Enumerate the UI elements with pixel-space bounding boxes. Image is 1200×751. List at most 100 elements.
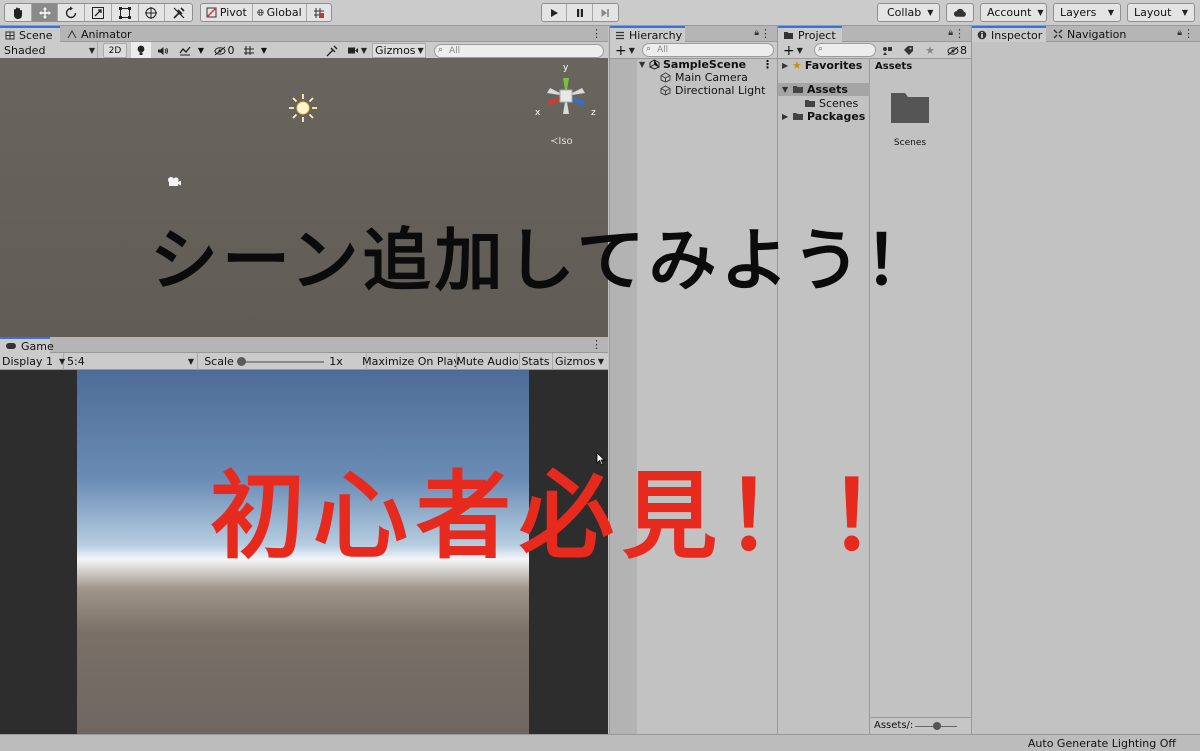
effects-dropdown[interactable]: ▼ — [196, 42, 206, 59]
axis-y-label: y — [563, 63, 569, 73]
scale-slider-handle[interactable] — [237, 357, 246, 366]
rect-tool-button[interactable] — [112, 4, 139, 21]
icon-size-handle[interactable] — [933, 722, 941, 730]
step-button[interactable] — [593, 4, 618, 21]
mute-audio-toggle[interactable]: Mute Audio — [456, 353, 519, 370]
collab-dropdown[interactable]: Collab ▼ — [877, 3, 940, 22]
projection-toggle[interactable]: ≺Iso — [550, 136, 573, 147]
stats-toggle[interactable]: Stats — [519, 353, 551, 370]
lightbulb-icon — [137, 45, 145, 55]
camera-dropdown[interactable]: ▼ — [344, 42, 370, 59]
hierarchy-item-directional-light[interactable]: Directional Light — [660, 84, 765, 97]
tools-icon — [173, 6, 185, 19]
scene-gizmos-dropdown[interactable]: Gizmos ▼ — [372, 43, 426, 58]
camera-gizmo-icon[interactable] — [166, 176, 182, 187]
search-by-type-button[interactable] — [879, 42, 897, 59]
scene-row-menu-icon[interactable]: ⋮ — [762, 58, 773, 71]
tab-navigation[interactable]: Navigation — [1048, 26, 1128, 42]
step-icon — [601, 8, 610, 17]
pause-icon — [576, 8, 583, 17]
tab-animator[interactable]: Animator — [62, 26, 132, 42]
plus-icon: + — [783, 42, 795, 59]
grid-toggle[interactable] — [240, 42, 258, 59]
sun-icon[interactable] — [288, 93, 318, 123]
tab-game[interactable]: Game — [0, 337, 54, 353]
info-icon — [977, 30, 987, 40]
lock-icon[interactable]: 🔒︎ — [948, 28, 953, 38]
pivot-button[interactable]: Pivot — [201, 4, 253, 21]
lighting-status[interactable]: Auto Generate Lighting Off — [1028, 737, 1176, 750]
hierarchy-menu-icon[interactable]: ⋮ — [760, 27, 771, 40]
display-dropdown[interactable]: Display 1 ▼ — [2, 353, 65, 370]
assets-folder-row[interactable]: ▼ Assets — [778, 83, 870, 96]
scenes-folder-row[interactable]: Scenes — [804, 97, 858, 110]
project-add-button[interactable]: + ▼ — [781, 42, 805, 59]
lock-icon[interactable]: 🔒︎ — [754, 28, 759, 38]
hidden-packages-toggle[interactable]: 8 — [944, 42, 970, 59]
account-dropdown[interactable]: Account ▼ — [980, 3, 1047, 22]
hierarchy-add-button[interactable]: + ▼ — [613, 42, 637, 59]
folder-tile-label: Scenes — [893, 138, 927, 148]
scale-icon — [92, 6, 105, 19]
game-menu-icon[interactable]: ⋮ — [591, 338, 602, 351]
project-search-input[interactable]: ⌕ — [814, 43, 876, 57]
audio-toggle[interactable] — [153, 42, 173, 59]
snap-button[interactable] — [307, 4, 331, 21]
chevron-down-icon: ▼ — [796, 46, 803, 55]
scale-tool-button[interactable] — [85, 4, 112, 21]
project-panel: Project 🔒︎ ⋮ + ▼ ⌕ ★ 8 ▶ ★ Favorites ▼ A… — [777, 26, 971, 734]
inspector-menu-icon[interactable]: ⋮ — [1183, 27, 1194, 40]
transform-tool-button[interactable] — [139, 4, 166, 21]
lighting-toggle[interactable] — [131, 42, 151, 59]
scene-search-input[interactable]: ⌕ All — [434, 44, 604, 58]
tab-scene[interactable]: Scene — [0, 26, 60, 42]
hand-tool-button[interactable] — [5, 4, 32, 21]
pause-button[interactable] — [567, 4, 593, 21]
hierarchy-panel: Hierarchy 🔒︎ ⋮ + ▼ ⌕ All ▼ SampleScene ⋮ … — [609, 26, 777, 734]
2d-toggle[interactable]: 2D — [103, 43, 127, 58]
hierarchy-search-input[interactable]: ⌕ All — [642, 43, 774, 57]
plus-icon: + — [615, 42, 627, 59]
scene-tools-button[interactable] — [323, 42, 341, 59]
hidden-objects-toggle[interactable]: 0 — [210, 42, 238, 59]
scale-value: 1x — [329, 355, 343, 368]
custom-tool-button[interactable] — [165, 4, 192, 21]
asset-breadcrumb[interactable]: Assets — [875, 61, 912, 72]
layout-dropdown[interactable]: Layout ▼ — [1127, 3, 1195, 22]
axis-x-label: x — [535, 108, 541, 118]
orientation-gizmo[interactable] — [530, 66, 602, 132]
tab-inspector[interactable]: Inspector — [972, 26, 1046, 42]
hierarchy-item-main-camera[interactable]: Main Camera — [660, 71, 748, 84]
game-gizmos-dropdown[interactable]: Gizmos ▼ — [552, 353, 606, 370]
grid-dropdown[interactable]: ▼ — [259, 42, 269, 59]
packages-folder-row[interactable]: ▶ Packages — [782, 110, 865, 123]
lock-icon[interactable]: 🔒︎ — [1177, 28, 1182, 38]
folder-open-icon — [793, 86, 803, 93]
scenes-folder-tile[interactable]: Scenes — [889, 89, 931, 153]
layers-dropdown[interactable]: Layers ▼ — [1053, 3, 1121, 22]
move-tool-button[interactable] — [31, 4, 59, 21]
chevron-down-icon: ▼ — [187, 357, 194, 366]
hand-icon — [13, 7, 22, 19]
play-button[interactable] — [542, 4, 568, 21]
favorites-row[interactable]: ▶ ★ Favorites — [782, 59, 862, 72]
hierarchy-gutter — [610, 59, 637, 734]
tab-project[interactable]: Project — [778, 26, 842, 42]
project-menu-icon[interactable]: ⋮ — [954, 27, 965, 40]
scene-menu-icon[interactable]: ⋮ — [591, 27, 602, 40]
scale-slider-track[interactable] — [238, 361, 324, 363]
favorite-button[interactable]: ★ — [921, 42, 939, 59]
tab-hierarchy[interactable]: Hierarchy — [610, 26, 685, 42]
scene-root-row[interactable]: ▼ SampleScene ⋮ — [639, 58, 777, 71]
tools-icon — [326, 45, 338, 56]
search-by-label-button[interactable] — [899, 42, 917, 59]
effects-toggle[interactable] — [175, 42, 195, 59]
search-icon: ⌕ — [438, 45, 444, 55]
rotate-tool-button[interactable] — [58, 4, 86, 21]
maximize-on-play-toggle[interactable]: Maximize On Play — [362, 353, 460, 370]
aspect-dropdown[interactable]: 5:4 ▼ — [67, 353, 198, 370]
shading-mode-dropdown[interactable]: Shaded ▼ — [2, 42, 98, 59]
cloud-button[interactable] — [946, 3, 974, 22]
global-button[interactable]: Global — [253, 4, 307, 21]
scale-label: Scale — [204, 355, 234, 368]
